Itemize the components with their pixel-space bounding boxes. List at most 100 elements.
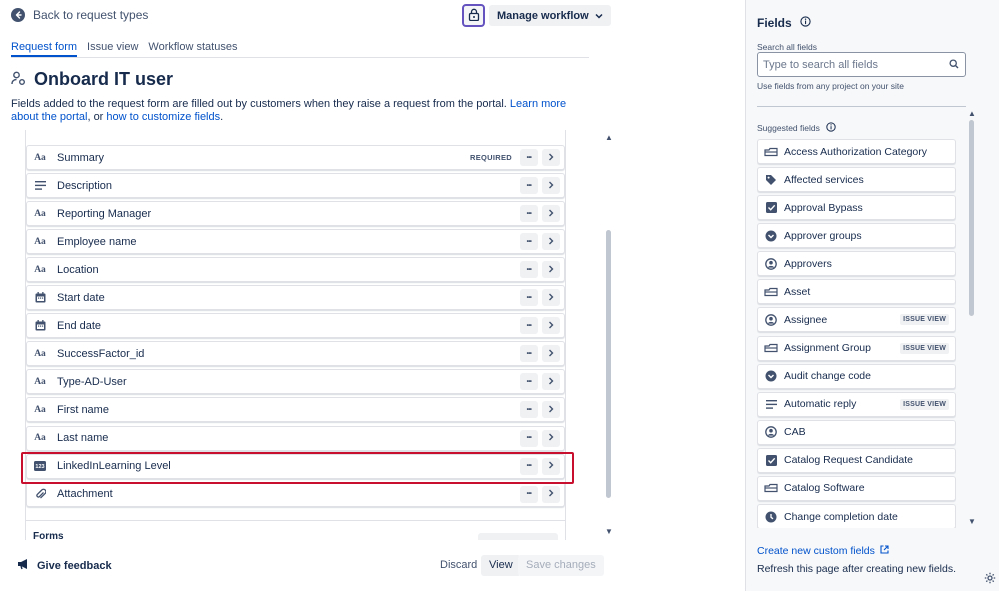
text-icon: Aa (34, 236, 46, 247)
scrollbar-thumb[interactable] (606, 230, 611, 498)
scrollbar-thumb[interactable] (969, 120, 974, 316)
chevron-right-icon (548, 293, 554, 303)
create-custom-fields-link[interactable]: Create new custom fields (757, 545, 889, 557)
form-field-row[interactable]: Aa Location ••• (26, 257, 565, 283)
more-options-button[interactable]: ••• (520, 261, 538, 279)
tag-icon (764, 173, 778, 187)
field-details-button[interactable] (542, 149, 560, 166)
calendar-icon (33, 291, 47, 305)
form-field-row[interactable]: Aa First name ••• (26, 397, 565, 423)
suggested-field-item[interactable]: Approval Bypass (757, 195, 956, 221)
field-details-button[interactable] (542, 205, 560, 223)
save-changes-button[interactable]: Save changes (518, 555, 604, 576)
field-details-button[interactable] (542, 401, 560, 419)
field-details-button[interactable] (542, 429, 560, 447)
form-field-row[interactable]: Aa Reporting Manager ••• (26, 201, 565, 227)
form-field-row[interactable]: Attachment ••• (26, 481, 565, 507)
suggested-field-item[interactable]: Assignment Group ISSUE VIEW (757, 335, 956, 361)
field-label: Type-AD-User (57, 375, 127, 388)
text-icon: Aa (34, 404, 46, 415)
suggested-field-item[interactable]: Asset (757, 279, 956, 305)
more-options-button[interactable]: ••• (520, 429, 538, 447)
tab-bar: Request form Issue view Workflow statuse… (11, 41, 589, 58)
form-field-row[interactable]: Aa Last name ••• (26, 425, 565, 451)
field-details-button[interactable] (542, 289, 560, 307)
more-options-button[interactable]: ••• (520, 317, 538, 335)
restrictions-lock-button[interactable] (462, 4, 485, 27)
scroll-up-icon[interactable]: ▲ (605, 134, 613, 142)
form-field-row[interactable]: End date ••• (26, 313, 565, 339)
search-input[interactable] (763, 58, 943, 71)
asset-icon (764, 481, 778, 495)
chevron-right-icon (548, 265, 554, 275)
forms-section: Forms (26, 520, 565, 540)
suggested-field-item[interactable]: Access Authorization Category (757, 139, 956, 164)
issue-view-badge: ISSUE VIEW (900, 314, 949, 326)
arrow-left-icon (11, 8, 25, 22)
text-icon: Aa (34, 348, 46, 359)
field-details-button[interactable] (542, 457, 560, 475)
field-label: First name (57, 403, 109, 416)
form-scrollbar[interactable]: ▲ ▼ (605, 134, 613, 538)
suggested-field-item[interactable]: Affected services (757, 167, 956, 193)
field-details-button[interactable] (542, 485, 560, 503)
scroll-down-icon[interactable]: ▼ (968, 518, 976, 526)
field-label: Description (57, 179, 113, 192)
suggested-field-item[interactable]: Change completion date (757, 504, 956, 528)
suggested-field-item[interactable]: Audit change code (757, 363, 956, 389)
user-icon (764, 425, 778, 439)
field-details-button[interactable] (542, 261, 560, 279)
form-field-row[interactable]: Aa Type-AD-User ••• (26, 369, 565, 395)
more-options-button[interactable]: ••• (520, 205, 538, 223)
suggested-field-item[interactable]: Approvers (757, 251, 956, 277)
more-options-button[interactable]: ••• (520, 149, 538, 166)
field-details-button[interactable] (542, 317, 560, 335)
form-field-row[interactable]: Start date ••• (26, 285, 565, 311)
suggested-field-item[interactable]: Catalog Request Candidate (757, 447, 956, 473)
form-field-row[interactable]: Aa SuccessFactor_id ••• (26, 341, 565, 367)
field-details-button[interactable] (542, 345, 560, 363)
field-details-button[interactable] (542, 373, 560, 391)
form-field-row[interactable]: Description ••• (26, 173, 565, 199)
customize-fields-link[interactable]: how to customize fields (106, 111, 220, 123)
fields-panel: Fields Search all fields Use fields from… (745, 0, 999, 591)
more-options-button[interactable]: ••• (520, 373, 538, 391)
search-field[interactable] (757, 52, 966, 77)
refresh-note: Refresh this page after creating new fie… (757, 563, 957, 575)
give-feedback-button[interactable]: Give feedback (17, 558, 112, 573)
forms-action-button[interactable] (478, 533, 558, 540)
more-options-button[interactable]: ••• (520, 177, 538, 195)
scroll-down-icon[interactable]: ▼ (605, 528, 613, 536)
info-icon[interactable] (800, 16, 811, 30)
more-options-button[interactable]: ••• (520, 401, 538, 419)
more-options-button[interactable]: ••• (520, 289, 538, 307)
tab-issue-view[interactable]: Issue view (87, 41, 138, 57)
tab-workflow-statuses[interactable]: Workflow statuses (148, 41, 237, 57)
more-options-button[interactable]: ••• (520, 233, 538, 251)
back-label: Back to request types (33, 8, 149, 22)
more-options-button[interactable]: ••• (520, 485, 538, 503)
manage-workflow-button[interactable]: Manage workflow (489, 5, 611, 26)
form-field-row[interactable]: Aa Summary REQUIRED ••• (26, 145, 565, 170)
form-field-row[interactable]: 123 LinkedInLearning Level ••• (26, 453, 565, 479)
discard-button[interactable]: Discard (440, 559, 477, 571)
form-field-row[interactable]: Aa Employee name ••• (26, 229, 565, 255)
suggested-scrollbar[interactable]: ▲ ▼ (968, 110, 976, 528)
more-options-button[interactable]: ••• (520, 345, 538, 363)
suggested-field-item[interactable]: Automatic reply ISSUE VIEW (757, 391, 956, 417)
suggested-field-label: Access Authorization Category (784, 145, 927, 158)
more-options-button[interactable]: ••• (520, 457, 538, 475)
suggested-field-item[interactable]: Catalog Software (757, 475, 956, 501)
field-details-button[interactable] (542, 177, 560, 195)
suggested-field-item[interactable]: CAB (757, 419, 956, 445)
back-to-request-types-link[interactable]: Back to request types (11, 8, 148, 22)
suggested-field-item[interactable]: Approver groups (757, 223, 956, 249)
suggested-field-item[interactable]: Assignee ISSUE VIEW (757, 307, 956, 333)
scroll-up-icon[interactable]: ▲ (968, 110, 976, 118)
view-button[interactable]: View (481, 555, 521, 576)
tab-request-form[interactable]: Request form (11, 41, 78, 57)
info-icon[interactable] (826, 122, 836, 134)
search-icon[interactable] (949, 58, 959, 72)
field-details-button[interactable] (542, 233, 560, 251)
gear-icon[interactable] (984, 572, 996, 587)
